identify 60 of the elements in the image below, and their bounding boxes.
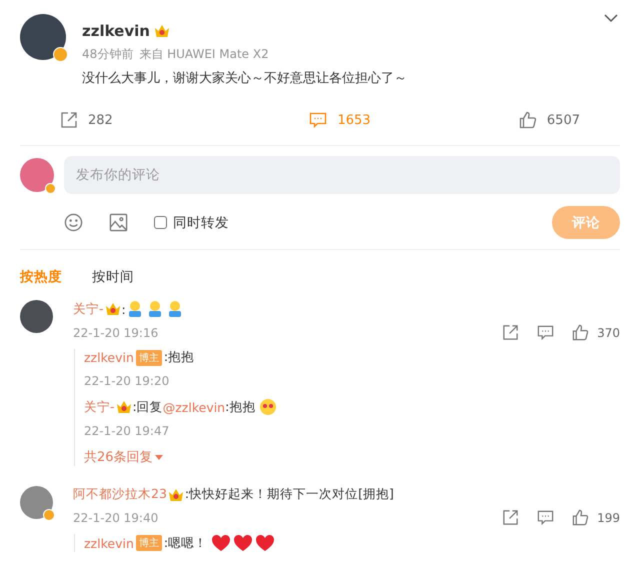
chevron-down-icon[interactable]: [604, 14, 618, 23]
share-icon: [60, 111, 78, 129]
reply-time: 22-1-20 19:47: [84, 424, 170, 438]
comment-icon: [537, 324, 554, 341]
image-icon[interactable]: [109, 213, 128, 232]
like-button[interactable]: [572, 324, 590, 341]
reply-text: :抱抱: [164, 349, 194, 366]
sort-tab[interactable]: 按热度: [20, 268, 62, 286]
reply-button[interactable]: [537, 509, 554, 526]
comment-time: 22-1-20 19:40: [73, 510, 158, 524]
heart-icon: [255, 534, 276, 552]
thumbs-up-icon: [518, 111, 537, 129]
avatar[interactable]: [20, 300, 53, 333]
like-count: 199: [597, 510, 620, 524]
comment-icon: [309, 111, 328, 129]
more-replies-link[interactable]: 共26条回复: [84, 448, 620, 466]
avatar[interactable]: [20, 486, 53, 519]
reply-author-link[interactable]: 关宁-: [84, 398, 115, 416]
reply-author-link[interactable]: zzlkevin: [84, 536, 134, 550]
caret-down-icon: [154, 454, 163, 460]
blogger-badge: 博主: [136, 535, 162, 551]
repost-checkbox[interactable]: [154, 216, 167, 229]
comment-time: 22-1-20 19:16: [73, 326, 158, 340]
blogger-badge: 博主: [136, 350, 162, 366]
commenter-name-link[interactable]: 阿不都沙拉木23: [73, 486, 167, 503]
post-text: 没什么大事儿，谢谢大家关心～不好意思让各位担心了～: [82, 70, 407, 87]
comment-text: :快快好起来！期待下一次对位[拥抱]: [184, 486, 394, 503]
heart-icon: [211, 534, 232, 552]
reply-button[interactable]: [537, 324, 554, 341]
sort-tab[interactable]: 按时间: [92, 268, 134, 286]
reply-author-link[interactable]: zzlkevin: [84, 350, 134, 365]
post-time: 48分钟前: [82, 46, 134, 63]
reply-text: :回复: [132, 398, 163, 416]
comment-text: :: [122, 302, 126, 316]
like-button[interactable]: [572, 509, 590, 526]
heart-eyes-emoji-icon: [259, 398, 278, 416]
heart-icon: [233, 534, 254, 552]
like-button[interactable]: 6507: [518, 111, 580, 129]
like-count: 370: [597, 326, 620, 340]
reply-text: :抱抱: [225, 398, 256, 416]
share-icon: [502, 509, 520, 526]
user-avatar[interactable]: [20, 158, 54, 192]
smiley-icon[interactable]: [64, 213, 83, 232]
share-button[interactable]: [502, 509, 520, 526]
reply-time: 22-1-20 19:20: [84, 374, 170, 388]
thumbs-up-icon: [572, 324, 590, 341]
comment-button[interactable]: 1653: [309, 111, 371, 129]
post-source: 来自 HUAWEI Mate X2: [139, 46, 269, 63]
mention-link[interactable]: @zzlkevin: [162, 400, 226, 414]
share-button[interactable]: 282: [60, 111, 113, 129]
commenter-name-link[interactable]: 关宁-: [73, 300, 104, 318]
author-avatar[interactable]: [20, 14, 66, 60]
share-button[interactable]: [502, 324, 520, 341]
share-icon: [502, 324, 520, 341]
comment-icon: [537, 509, 554, 526]
thumbs-up-icon: [572, 509, 590, 526]
reply-text: :嗯嗯！: [164, 534, 208, 552]
comment-input-field[interactable]: 发布你的评论: [64, 156, 620, 194]
author-name[interactable]: zzlkevin: [82, 22, 150, 40]
repost-label: 同时转发: [173, 214, 229, 232]
